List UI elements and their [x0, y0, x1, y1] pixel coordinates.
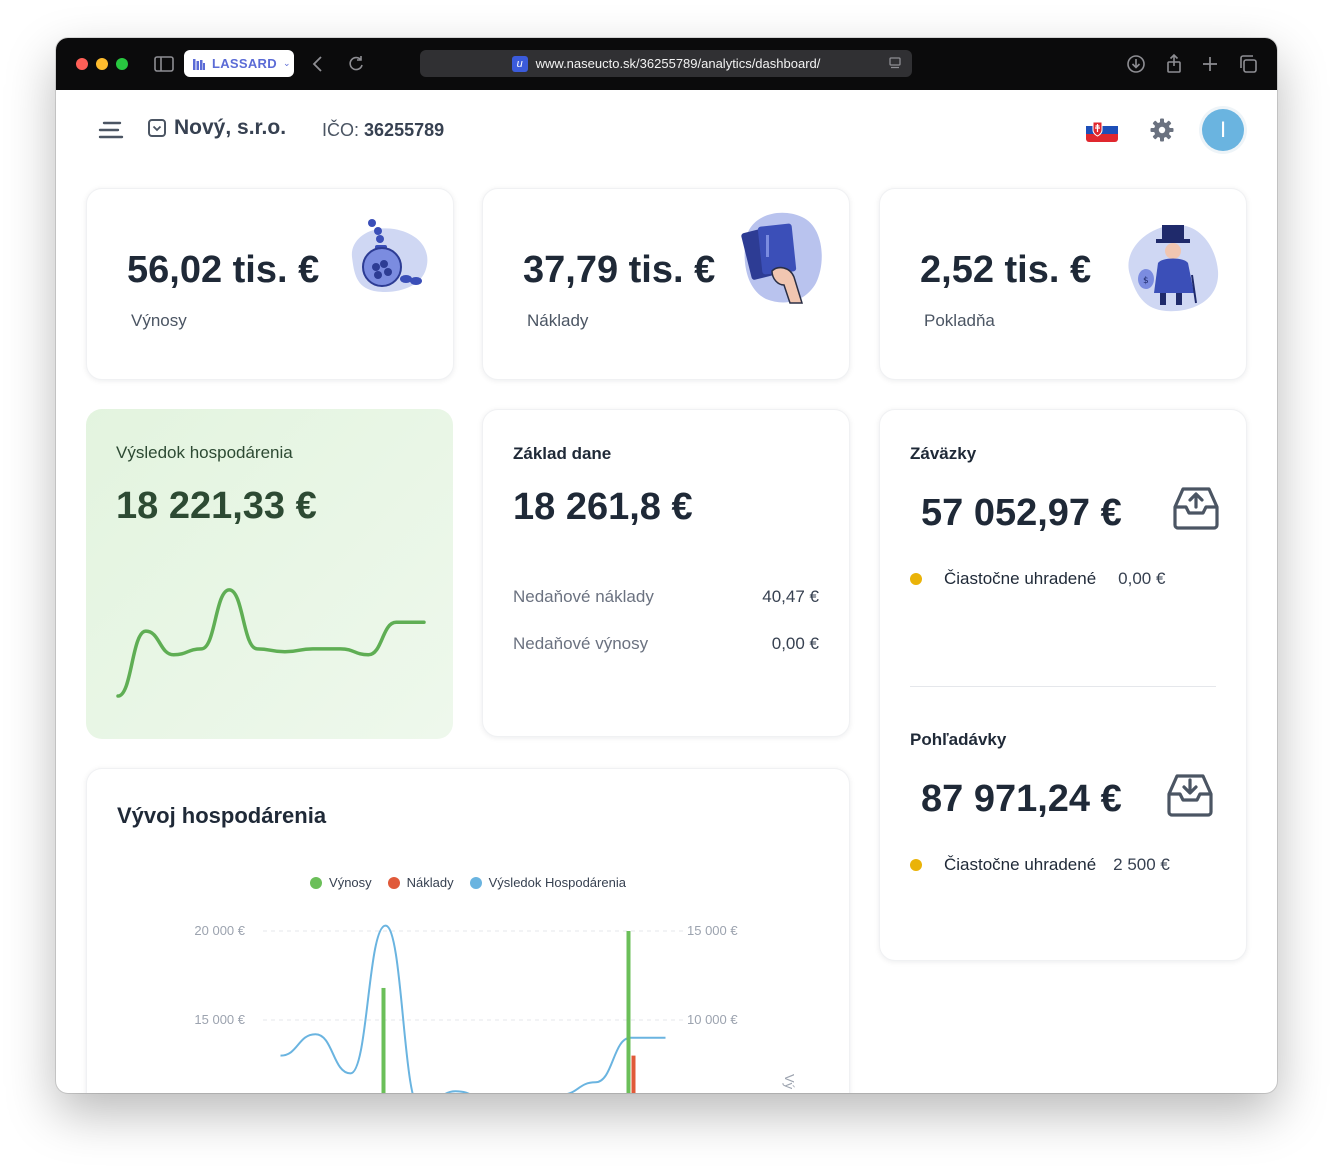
close-window-button[interactable]	[76, 58, 88, 70]
app-header: Nový, s.r.o. IČO: 36255789 I	[56, 90, 1277, 170]
browser-window: LASSARD ⌄ u www.naseucto.sk/36255789/ana…	[56, 38, 1277, 1093]
minimize-window-button[interactable]	[96, 58, 108, 70]
sidebar-toggle-icon[interactable]	[152, 52, 176, 76]
economy-chart-card: Vývoj hospodárenia Výnosy Náklady Výsled…	[86, 768, 850, 1093]
status-label: Čiastočne uhradené	[944, 855, 1097, 874]
y-right-tick-label: 15 000 €	[687, 923, 738, 938]
kpi-value: 37,79 tis. €	[523, 249, 716, 291]
section-divider	[910, 686, 1216, 687]
svg-text:$: $	[1143, 276, 1149, 286]
result-card: Výsledok hospodárenia 18 221,33 €	[86, 409, 453, 739]
url-text: www.naseucto.sk/36255789/analytics/dashb…	[535, 56, 821, 71]
browser-toolbar: LASSARD ⌄ u www.naseucto.sk/36255789/ana…	[56, 38, 1277, 90]
result-series-line	[280, 924, 666, 1093]
y-left-tick-label: 20 000 €	[194, 923, 245, 938]
result-sparkline	[116, 588, 426, 698]
receivables-status: Čiastočne uhradené 2 500 €	[910, 855, 1170, 875]
back-icon[interactable]	[306, 52, 330, 76]
result-value: 18 221,33 €	[116, 485, 317, 527]
kpi-card-cash: 2,52 tis. € Pokladňa $	[879, 188, 1247, 380]
result-title: Výsledok hospodárenia	[116, 443, 293, 462]
sparkline-line	[116, 588, 426, 698]
company-name: Nový, s.r.o.	[174, 116, 287, 139]
library-icon	[193, 58, 205, 70]
tab-overview-icon[interactable]	[1236, 52, 1260, 76]
status-value: 2 500 €	[1113, 855, 1170, 874]
tax-title: Základ dane	[513, 444, 612, 463]
status-label: Čiastočne uhradené	[944, 569, 1097, 588]
ico-label: IČO:	[322, 120, 360, 140]
inbox-download-icon[interactable]	[1165, 772, 1215, 818]
liabilities-title: Záväzky	[910, 444, 977, 463]
chart-bar	[381, 987, 386, 1093]
receivables-title: Pohľadávky	[910, 730, 1007, 749]
company-selector[interactable]: Nový, s.r.o.	[148, 116, 286, 140]
ico-value: 36255789	[364, 120, 445, 140]
kpi-value: 56,02 tis. €	[127, 249, 320, 291]
reload-icon[interactable]	[344, 52, 368, 76]
status-dot	[910, 859, 922, 871]
chart-bar	[631, 1055, 636, 1093]
kpi-value: 2,52 tis. €	[920, 249, 1092, 291]
downloads-icon[interactable]	[1124, 52, 1148, 76]
kpi-label: Pokladňa	[924, 311, 995, 330]
nontax-revenue-label: Nedaňové výnosy	[513, 634, 649, 653]
tax-value: 18 261,8 €	[513, 486, 693, 528]
tab-group-selector[interactable]: LASSARD ⌄	[184, 50, 294, 77]
y-right-axis-label: Vý	[782, 1074, 797, 1090]
tax-base-card: Základ dane 18 261,8 € Nedaňové náklady …	[482, 409, 850, 737]
new-tab-icon[interactable]	[1198, 52, 1222, 76]
y-left-tick-label: 15 000 €	[194, 1012, 245, 1027]
nontax-revenue-value: 0,00 €	[771, 634, 819, 653]
slovak-flag-icon[interactable]	[1086, 118, 1118, 142]
chevron-box-icon	[148, 119, 166, 137]
liabilities-receivables-card: Záväzky 57 052,97 € Čiastočne uhradené 0…	[879, 409, 1247, 961]
user-avatar[interactable]: I	[1202, 109, 1244, 151]
kpi-card-revenue: 56,02 tis. € Výnosy	[86, 188, 454, 380]
address-bar[interactable]: u www.naseucto.sk/36255789/analytics/das…	[420, 50, 912, 77]
gear-icon[interactable]	[1149, 117, 1175, 143]
site-favicon-icon: u	[511, 55, 528, 72]
share-icon[interactable]	[1162, 52, 1186, 76]
tab-group-label: LASSARD	[212, 56, 277, 71]
kpi-label: Náklady	[527, 311, 589, 330]
chevron-down-icon: ⌄	[282, 58, 291, 68]
coin-jar-illustration-icon	[351, 219, 428, 293]
status-dot	[910, 573, 922, 585]
chart-bar	[626, 931, 631, 1093]
status-value: 0,00 €	[1118, 569, 1166, 588]
economy-chart: 20 000 € 15 000 € 15 000 € 10 000 € Vý	[194, 923, 797, 1093]
nontax-costs-label: Nedaňové náklady	[513, 587, 654, 606]
nontax-costs-value: 40,47 €	[762, 587, 819, 606]
zoom-window-button[interactable]	[116, 58, 128, 70]
kpi-label: Výnosy	[131, 311, 187, 330]
kpi-card-costs: 37,79 tis. € Náklady	[482, 188, 850, 380]
y-right-tick-label: 10 000 €	[687, 1012, 738, 1027]
reader-mode-icon[interactable]	[888, 56, 902, 70]
company-ico: IČO: 36255789	[322, 120, 444, 141]
liabilities-value: 57 052,97 €	[921, 492, 1122, 534]
liabilities-status: Čiastočne uhradené 0,00 €	[910, 569, 1165, 589]
credit-cards-illustration-icon	[741, 212, 822, 304]
menu-icon[interactable]	[98, 120, 124, 140]
outbox-upload-icon[interactable]	[1171, 485, 1221, 531]
moneybags-illustration-icon: $	[1128, 224, 1219, 312]
receivables-value: 87 971,24 €	[921, 778, 1122, 820]
